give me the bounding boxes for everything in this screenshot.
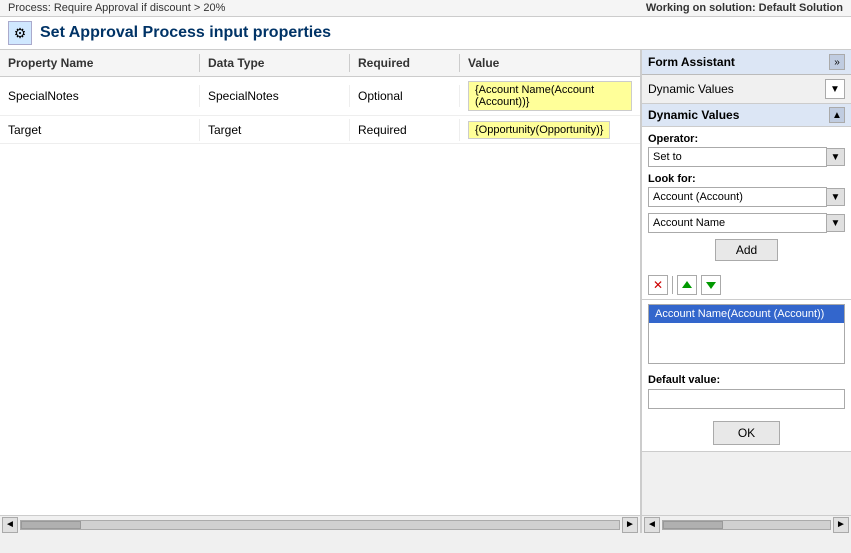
dynamic-values-section: Dynamic Values ▲ Operator: Set to ▼ Look…: [642, 104, 851, 452]
cell-value-2[interactable]: {Opportunity(Opportunity)}: [460, 117, 640, 143]
section-header: Dynamic Values ▲: [642, 104, 851, 127]
horizontal-scrollbar: ◄ ►: [0, 515, 640, 533]
right-panel-scrollbar: ◄ ►: [642, 515, 851, 533]
operator-dropdown-btn[interactable]: ▼: [827, 148, 845, 166]
dynamic-values-row: Dynamic Values ▼: [642, 75, 851, 104]
ok-button[interactable]: OK: [713, 421, 780, 445]
move-up-button[interactable]: [677, 275, 697, 295]
cell-required-1: Optional: [350, 85, 460, 107]
field-dropdown-btn[interactable]: ▼: [827, 214, 845, 232]
col-required: Required: [350, 54, 460, 72]
cell-datatype-1: SpecialNotes: [200, 85, 350, 107]
page-title: Set Approval Process input properties: [40, 24, 331, 42]
col-data-type: Data Type: [200, 54, 350, 72]
scroll-track[interactable]: [20, 520, 620, 530]
delete-button[interactable]: ✕: [648, 275, 668, 295]
table-row: Target Target Required {Opportunity(Oppo…: [0, 116, 640, 144]
list-area[interactable]: Account Name(Account (Account)): [648, 304, 845, 364]
value-tag-2[interactable]: {Opportunity(Opportunity)}: [468, 121, 610, 139]
section-body: Operator: Set to ▼ Look for: Account (Ac…: [642, 127, 851, 271]
right-panel: Form Assistant » Dynamic Values ▼ Dynami…: [641, 50, 851, 533]
add-button[interactable]: Add: [715, 239, 778, 261]
left-panel: Property Name Data Type Required Value S…: [0, 50, 641, 533]
operator-label: Operator:: [648, 133, 845, 145]
look-for-dropdown[interactable]: Account (Account): [648, 187, 827, 207]
field-dropdown-row: Account Name ▼: [648, 213, 845, 233]
working-on-label: Working on solution: Default Solution: [646, 2, 843, 14]
col-property-name: Property Name: [0, 54, 200, 72]
page-header: ⚙ Set Approval Process input properties: [0, 17, 851, 50]
default-value-label: Default value:: [648, 374, 845, 386]
expand-button[interactable]: »: [829, 54, 845, 70]
look-for-dropdown-btn[interactable]: ▼: [827, 188, 845, 206]
cell-property-1: SpecialNotes: [0, 85, 200, 107]
list-item[interactable]: Account Name(Account (Account)): [649, 305, 844, 323]
operator-field-row: Set to ▼: [648, 147, 845, 167]
table-header: Property Name Data Type Required Value: [0, 50, 640, 77]
process-bar: Process: Require Approval if discount > …: [0, 0, 851, 17]
right-panel-scroll-thumb[interactable]: [663, 521, 723, 529]
move-down-button[interactable]: [701, 275, 721, 295]
cell-required-2: Required: [350, 119, 460, 141]
right-panel-scroll-track[interactable]: [662, 520, 831, 530]
col-value: Value: [460, 54, 640, 72]
section-title: Dynamic Values: [648, 108, 739, 122]
main-container: Property Name Data Type Required Value S…: [0, 50, 851, 533]
scroll-thumb[interactable]: [21, 521, 81, 529]
list-controls: ✕: [642, 271, 851, 300]
dynamic-values-dropdown-btn[interactable]: ▼: [825, 79, 845, 99]
default-value-input[interactable]: [648, 389, 845, 409]
look-for-label: Look for:: [648, 173, 845, 185]
table-row: SpecialNotes SpecialNotes Optional {Acco…: [0, 77, 640, 116]
field-dropdown[interactable]: Account Name: [648, 213, 827, 233]
look-for-field-row: Account (Account) ▼: [648, 187, 845, 207]
right-panel-scroll-left[interactable]: ◄: [644, 517, 660, 533]
default-value-section: Default value:: [642, 368, 851, 415]
cell-property-2: Target: [0, 119, 200, 141]
operator-dropdown[interactable]: Set to: [648, 147, 827, 167]
separator: [672, 276, 673, 294]
form-assistant-title: Form Assistant: [648, 55, 735, 69]
scroll-right-arrow[interactable]: ►: [622, 517, 638, 533]
cell-datatype-2: Target: [200, 119, 350, 141]
form-assistant-header: Form Assistant »: [642, 50, 851, 75]
process-bar-text: Process: Require Approval if discount > …: [8, 2, 225, 14]
scroll-left-arrow[interactable]: ◄: [2, 517, 18, 533]
dynamic-values-label: Dynamic Values: [648, 82, 821, 96]
value-tag-1[interactable]: {Account Name(Account (Account))}: [468, 81, 632, 111]
header-icon: ⚙: [8, 21, 32, 45]
collapse-button[interactable]: ▲: [829, 107, 845, 123]
right-panel-scroll-right[interactable]: ►: [833, 517, 849, 533]
cell-value-1[interactable]: {Account Name(Account (Account))}: [460, 77, 640, 115]
